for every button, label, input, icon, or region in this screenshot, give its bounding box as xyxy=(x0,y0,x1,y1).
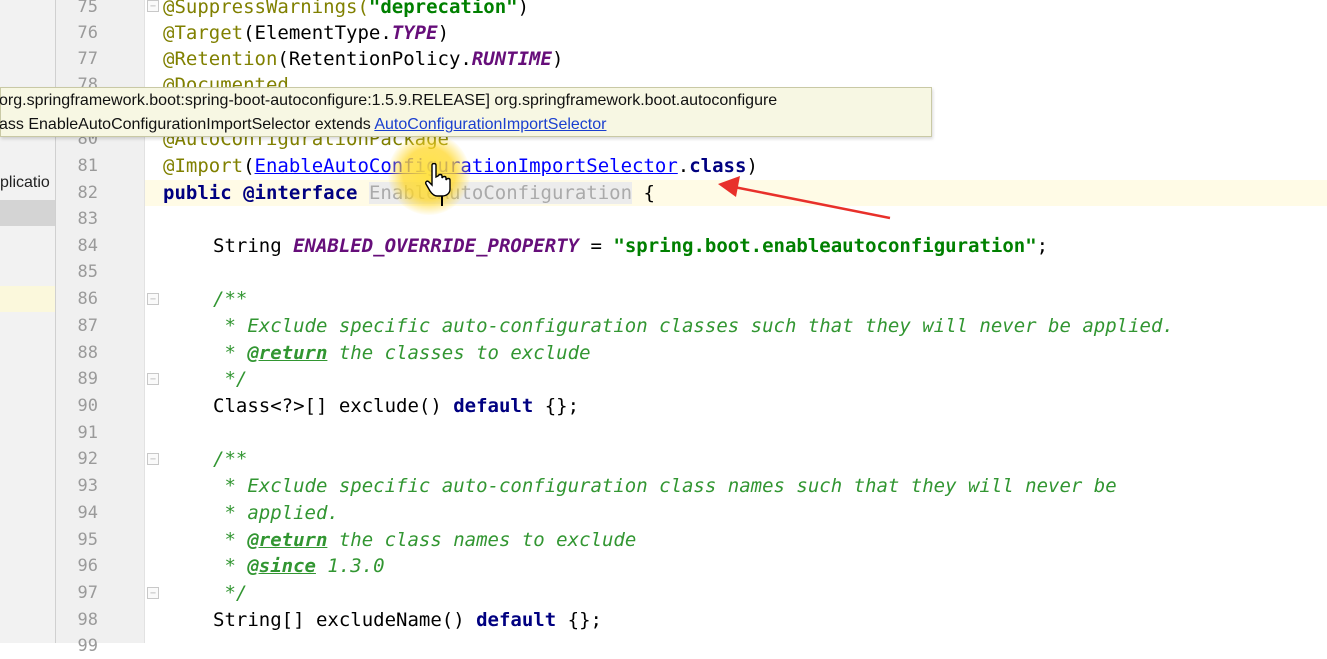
line-number: 90 xyxy=(77,396,98,416)
line-number: 88 xyxy=(77,343,98,363)
code-line-90: Class<?>[] exclude() default {}; xyxy=(213,395,580,417)
code-line-75: @SuppressWarnings("deprecation") xyxy=(163,0,530,18)
tooltip-superclass-link[interactable]: AutoConfigurationImportSelector xyxy=(374,116,606,133)
code-line-98: String[] excludeName() default {}; xyxy=(213,609,602,631)
line-number: 75 xyxy=(77,0,98,17)
code-line-93: * Exclude specific auto-configuration cl… xyxy=(213,475,1117,497)
sidebar-item-application[interactable]: plicatio xyxy=(0,170,55,196)
sidebar-selected-row[interactable] xyxy=(0,200,55,226)
tooltip-line-1: org.springframework.boot:spring-boot-aut… xyxy=(0,92,778,109)
code-line-92: /** xyxy=(213,448,248,470)
line-number: 95 xyxy=(77,530,98,550)
code-line-88: * @return the classes to exclude xyxy=(213,342,591,364)
fold-marker-icon[interactable]: − xyxy=(147,0,159,12)
quick-doc-tooltip: org.springframework.boot:spring-boot-aut… xyxy=(0,87,932,137)
line-number: 81 xyxy=(77,156,98,176)
code-line-84: String ENABLED_OVERRIDE_PROPERTY = "spri… xyxy=(213,235,1049,257)
line-number: 91 xyxy=(77,423,98,443)
line-number: 96 xyxy=(77,556,98,576)
code-line-76: @Target(ElementType.TYPE) xyxy=(163,22,450,44)
code-line-77: @Retention(RetentionPolicy.RUNTIME) xyxy=(163,48,564,70)
code-line-94: * applied. xyxy=(213,502,339,524)
sidebar-highlight-row xyxy=(0,286,55,312)
fold-marker-icon[interactable]: − xyxy=(147,453,159,465)
line-number: 76 xyxy=(77,23,98,43)
code-line-97: */ xyxy=(213,582,248,604)
line-number: 93 xyxy=(77,476,98,496)
line-number: 86 xyxy=(77,289,98,309)
code-line-86: /** xyxy=(213,288,248,310)
line-number: 94 xyxy=(77,503,98,523)
line-number: 87 xyxy=(77,316,98,336)
code-line-89: */ xyxy=(213,368,248,390)
hand-pointer-icon xyxy=(425,163,451,197)
fold-marker-icon[interactable]: − xyxy=(147,373,159,385)
fold-marker-icon[interactable]: − xyxy=(147,587,159,599)
line-number: 85 xyxy=(77,262,98,282)
tooltip-line-2: ass EnableAutoConfigurationImportSelecto… xyxy=(0,116,607,133)
line-number: 84 xyxy=(77,236,98,256)
line-number: 97 xyxy=(77,583,98,603)
fold-marker-icon[interactable]: − xyxy=(147,293,159,305)
line-number: 98 xyxy=(77,610,98,630)
line-number: 99 xyxy=(77,636,98,656)
red-arrow-annotation xyxy=(718,176,891,220)
line-number: 82 xyxy=(77,183,98,203)
line-number: 92 xyxy=(77,449,98,469)
line-number: 83 xyxy=(77,209,98,229)
line-number: 77 xyxy=(77,49,98,69)
code-line-95: * @return the class names to exclude xyxy=(213,529,637,551)
code-line-87: * Exclude specific auto-configuration cl… xyxy=(213,315,1174,337)
line-number: 89 xyxy=(77,369,98,389)
code-line-96: * @since 1.3.0 xyxy=(213,555,385,577)
